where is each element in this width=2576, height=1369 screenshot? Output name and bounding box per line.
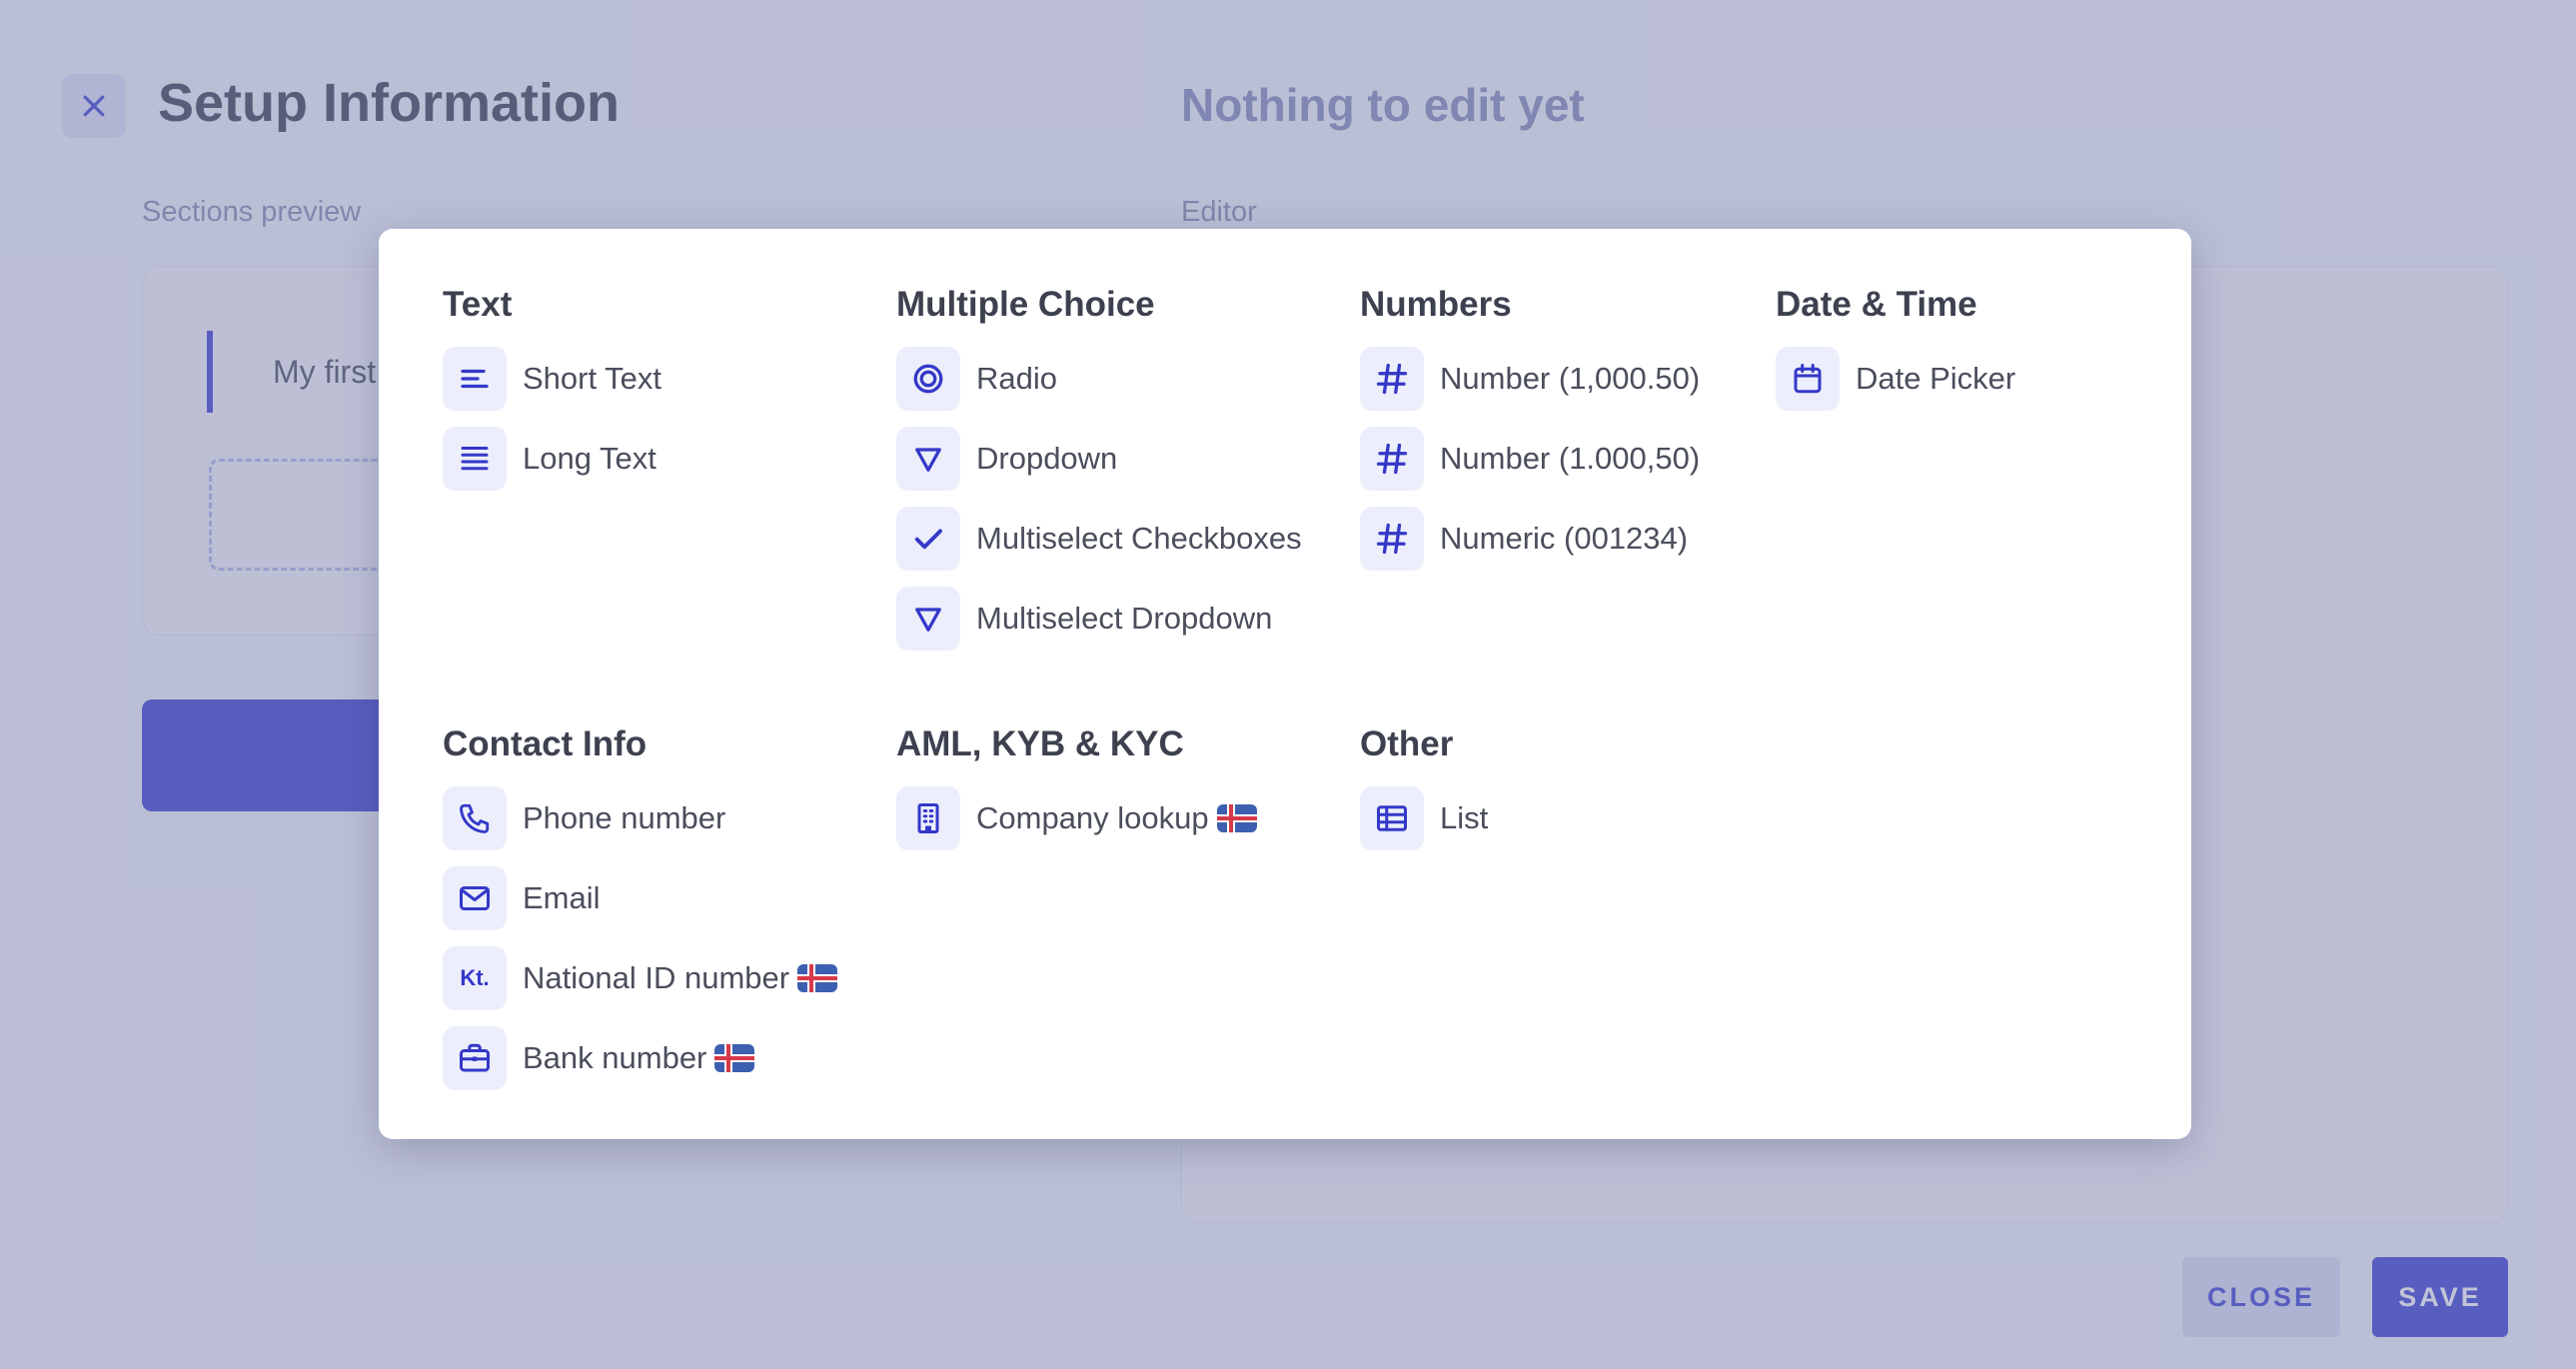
group-other: Other List	[1360, 722, 1488, 866]
field-date-picker[interactable]: Date Picker	[1776, 347, 2015, 411]
group-title-date-time: Date & Time	[1776, 285, 1977, 324]
group-contact-info: Contact Info Phone number Email Kt. Nati…	[443, 722, 838, 1106]
field-long-text[interactable]: Long Text	[443, 427, 661, 491]
field-label-text: National ID number	[523, 960, 790, 995]
field-label: Number (1.000,50)	[1440, 441, 1701, 476]
field-multiselect-checkboxes[interactable]: Multiselect Checkboxes	[896, 507, 1302, 571]
iceland-flag-icon	[1216, 804, 1257, 832]
field-label: Number (1,000.50)	[1440, 361, 1701, 396]
calendar-icon	[1776, 347, 1840, 411]
group-multiple-choice: Multiple Choice Radio Dropdown Multisele…	[896, 283, 1302, 667]
envelope-icon	[443, 866, 507, 930]
field-label: National ID number	[523, 960, 838, 996]
field-list[interactable]: List	[1360, 786, 1488, 850]
field-label: Company lookup	[976, 800, 1257, 836]
field-number-dot[interactable]: Number (1.000,50)	[1360, 427, 1700, 491]
short-text-icon	[443, 347, 507, 411]
field-label: Multiselect Checkboxes	[976, 521, 1302, 556]
checkmark-icon	[896, 507, 960, 571]
group-title-numbers: Numbers	[1360, 285, 1512, 324]
field-type-picker-modal: Text Short Text Long Text Multiple Choic…	[379, 229, 2191, 1139]
field-label: Long Text	[523, 441, 656, 476]
field-number-comma[interactable]: Number (1,000.50)	[1360, 347, 1700, 411]
dropdown-triangle-icon	[896, 427, 960, 491]
iceland-flag-icon	[797, 964, 838, 992]
kt-icon: Kt.	[443, 946, 507, 1010]
group-aml-kyb-kyc: AML, KYB & KYC Company lookup	[896, 722, 1257, 866]
briefcase-icon	[443, 1026, 507, 1090]
group-title-text: Text	[443, 285, 513, 324]
dropdown-triangle-icon	[896, 587, 960, 651]
field-multiselect-dropdown[interactable]: Multiselect Dropdown	[896, 587, 1302, 651]
field-label: Date Picker	[1856, 361, 2016, 396]
field-company-lookup[interactable]: Company lookup	[896, 786, 1257, 850]
field-phone-number[interactable]: Phone number	[443, 786, 837, 850]
group-numbers: Numbers Number (1,000.50) Number (1.000,…	[1360, 283, 1700, 587]
group-title-other: Other	[1360, 724, 1454, 763]
phone-icon	[443, 786, 507, 850]
group-title-multiple-choice: Multiple Choice	[896, 285, 1155, 324]
field-label: Phone number	[523, 800, 726, 835]
field-radio[interactable]: Radio	[896, 347, 1302, 411]
field-label: Dropdown	[976, 441, 1118, 476]
field-label: Email	[523, 880, 601, 915]
field-national-id[interactable]: Kt. National ID number	[443, 946, 838, 1010]
hash-icon	[1360, 347, 1424, 411]
field-label: Bank number	[523, 1040, 755, 1076]
iceland-flag-icon	[714, 1044, 755, 1072]
radio-icon	[896, 347, 960, 411]
field-label: Short Text	[523, 361, 662, 396]
field-short-text[interactable]: Short Text	[443, 347, 661, 411]
hash-icon	[1360, 507, 1424, 571]
field-email[interactable]: Email	[443, 866, 837, 930]
field-label-text: Company lookup	[976, 800, 1209, 835]
hash-icon	[1360, 427, 1424, 491]
field-label: List	[1440, 800, 1489, 835]
group-title-aml: AML, KYB & KYC	[896, 724, 1184, 763]
group-title-contact-info: Contact Info	[443, 724, 647, 763]
building-icon	[896, 786, 960, 850]
field-label: Radio	[976, 361, 1057, 396]
field-numeric[interactable]: Numeric (001234)	[1360, 507, 1700, 571]
field-bank-number[interactable]: Bank number	[443, 1026, 837, 1090]
field-dropdown[interactable]: Dropdown	[896, 427, 1302, 491]
group-date-time: Date & Time Date Picker	[1776, 283, 2015, 427]
kt-icon-text: Kt.	[460, 965, 490, 990]
field-label: Numeric (001234)	[1440, 521, 1689, 556]
table-icon	[1360, 786, 1424, 850]
long-text-icon	[443, 427, 507, 491]
field-label-text: Bank number	[523, 1040, 707, 1075]
group-text: Text Short Text Long Text	[443, 283, 661, 507]
field-label: Multiselect Dropdown	[976, 601, 1273, 636]
